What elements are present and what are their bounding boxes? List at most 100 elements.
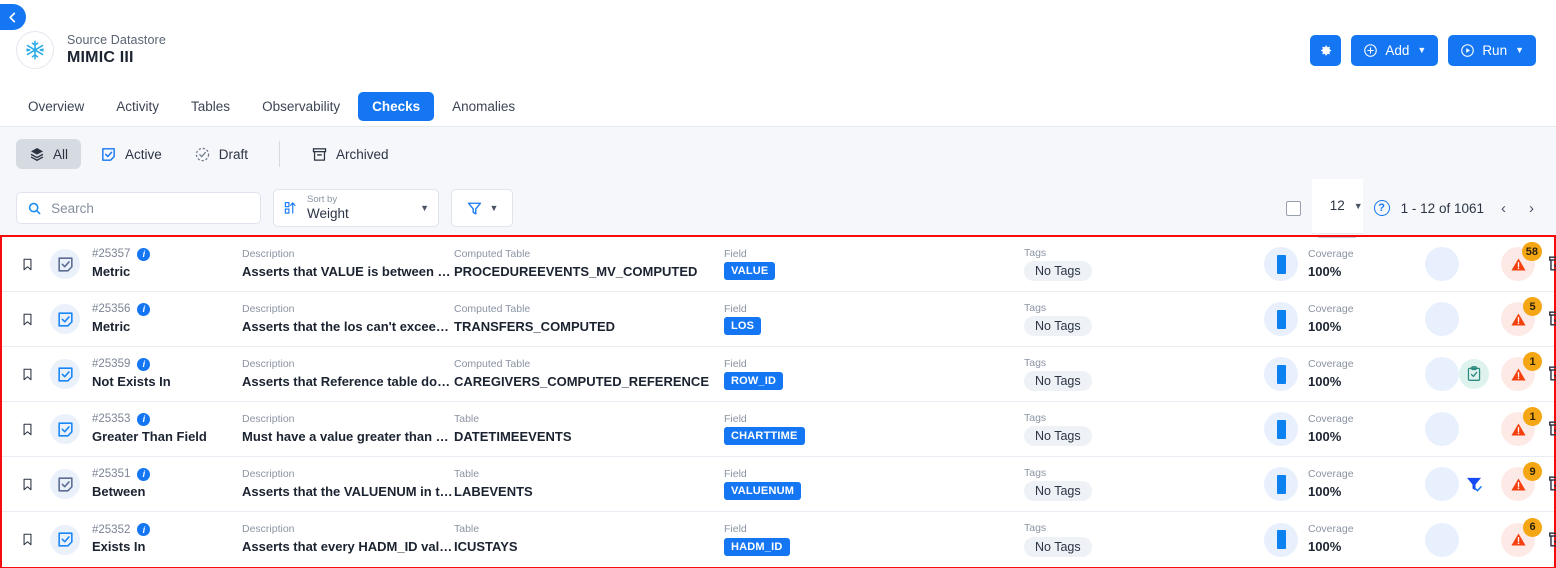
sort-dropdown[interactable]: Sort by Weight ▼	[273, 189, 439, 227]
bookmark-button[interactable]	[20, 257, 50, 272]
field-label: Field	[724, 467, 747, 480]
table-row[interactable]: #25352 i Exists In Description Asserts that …	[2, 512, 1556, 567]
warning-indicator[interactable]: 58	[1501, 242, 1542, 281]
search-field[interactable]	[16, 192, 261, 224]
add-button[interactable]: Add ▼	[1351, 34, 1439, 66]
tab-activity[interactable]: Activity	[102, 92, 173, 121]
page-size-dropdown[interactable]: 12 ▼	[1311, 178, 1363, 238]
info-icon[interactable]: i	[137, 412, 151, 426]
archive-button[interactable]	[1547, 364, 1556, 384]
table-row[interactable]: #25357 i Metric Description Asserts that VAL…	[2, 237, 1556, 292]
coverage-value: 100%	[1308, 483, 1342, 499]
table-row[interactable]: #25353 i Greater Than Field Description Must…	[2, 402, 1556, 457]
tags-value: No Tags	[1024, 316, 1092, 337]
field-cell: Field LOS	[724, 303, 1024, 336]
table-cell: Computed Table PROCEDUREEVENTS_MV_COMPUTE…	[454, 248, 724, 280]
coverage-cell: Coverage 100%	[1264, 412, 1419, 446]
warning-indicator[interactable]: 1	[1501, 407, 1542, 446]
field-badge: LOS	[724, 317, 762, 336]
warning-indicator[interactable]: 9	[1501, 462, 1542, 501]
filter-tab-active[interactable]: Active	[87, 139, 175, 170]
archive-button[interactable]	[1547, 530, 1556, 550]
coverage-label: Coverage	[1308, 412, 1354, 425]
bookmark-button[interactable]	[20, 367, 50, 382]
bookmark-button[interactable]	[20, 532, 50, 547]
warning-triangle-icon	[1510, 368, 1526, 380]
check-status-icon[interactable]	[50, 469, 80, 499]
funnel-check-badge[interactable]	[1459, 469, 1489, 499]
table-label: Table	[454, 412, 480, 425]
help-circle-icon[interactable]: ?	[1373, 200, 1390, 216]
filter-tab-archived[interactable]: Archived	[298, 139, 402, 170]
sort-icon	[284, 202, 296, 214]
back-button[interactable]	[0, 4, 26, 30]
settings-button[interactable]	[1310, 34, 1342, 66]
check-id: #25353	[92, 413, 131, 426]
check-id-cell: #25353 i Greater Than Field	[92, 412, 242, 446]
chevron-down-icon: ▼	[489, 203, 499, 213]
archive-button[interactable]	[1547, 254, 1556, 274]
check-status-icon[interactable]	[50, 249, 80, 279]
check-status-icon[interactable]	[50, 414, 80, 444]
controls-row: Sort by Weight ▼ ▼ 12 ▼	[16, 178, 1540, 238]
row-actions: 1	[1459, 407, 1556, 446]
prev-page-button[interactable]: ‹	[1495, 200, 1512, 217]
tags-label: Tags	[1024, 411, 1047, 424]
tags-cell: Tags No Tags	[1024, 357, 1264, 392]
table-cell: Table DATETIMEEVENTS	[454, 413, 724, 445]
bookmark-button[interactable]	[20, 312, 50, 327]
bookmark-button[interactable]	[20, 422, 50, 437]
run-button[interactable]: Run ▼	[1448, 34, 1536, 66]
check-status-icon[interactable]	[50, 359, 80, 389]
table-label: Table	[454, 467, 480, 480]
info-icon[interactable]: i	[137, 357, 151, 371]
chevron-down-icon: ▼	[1515, 45, 1524, 55]
search-input[interactable]	[51, 200, 250, 216]
search-icon	[28, 202, 41, 214]
snowflake-icon	[26, 40, 44, 60]
tab-overview[interactable]: Overview	[14, 92, 98, 121]
info-icon[interactable]: i	[137, 467, 151, 481]
check-type: Greater Than Field	[92, 428, 207, 444]
coverage-value: 100%	[1308, 428, 1342, 444]
tab-checks[interactable]: Checks	[358, 91, 435, 121]
filter-tab-all[interactable]: All	[16, 139, 82, 169]
warning-indicator[interactable]: 5	[1501, 297, 1542, 336]
table-row[interactable]: #25356 i Metric Description Asserts that the…	[2, 292, 1556, 347]
select-all-checkbox[interactable]	[1285, 200, 1301, 216]
next-page-button[interactable]: ›	[1523, 200, 1540, 217]
bookmark-button[interactable]	[20, 477, 50, 492]
coverage-value: 100%	[1308, 263, 1342, 279]
check-status-icon[interactable]	[50, 524, 80, 555]
info-icon[interactable]: i	[137, 247, 151, 261]
archive-button[interactable]	[1547, 474, 1556, 494]
filter-dropdown[interactable]: ▼	[451, 189, 513, 227]
table-label: Computed Table	[454, 302, 531, 315]
archive-button[interactable]	[1547, 419, 1556, 439]
coverage-value: 100%	[1308, 539, 1342, 555]
check-square-icon	[57, 476, 73, 492]
checkbox-checked-icon	[102, 147, 115, 161]
coverage-indicator	[1264, 247, 1298, 281]
filter-tab-active-label: Active	[125, 146, 162, 162]
table-row[interactable]: #25359 i Not Exists In Description Asserts t…	[2, 347, 1556, 402]
filter-tab-draft[interactable]: Draft	[181, 139, 261, 170]
field-badge: CHARTTIME	[724, 427, 805, 446]
archive-button[interactable]	[1547, 309, 1556, 329]
check-square-icon	[57, 532, 73, 547]
warning-indicator[interactable]: 1	[1501, 352, 1542, 391]
check-status-icon[interactable]	[50, 304, 80, 334]
info-icon[interactable]: i	[137, 523, 151, 537]
clipboard-check-badge[interactable]	[1459, 359, 1489, 389]
tab-tables[interactable]: Tables	[177, 92, 244, 121]
table-row[interactable]: #25351 i Between Description Asserts that th…	[2, 457, 1556, 512]
tab-anomalies[interactable]: Anomalies	[438, 92, 529, 121]
description-value: Asserts that the VALUENUM in the ...	[242, 483, 454, 499]
archive-download-icon	[1549, 531, 1556, 547]
filter-tab-draft-label: Draft	[218, 146, 249, 162]
check-type: Not Exists In	[92, 373, 171, 389]
gear-icon	[1321, 45, 1332, 55]
warning-indicator[interactable]: 6	[1501, 517, 1542, 557]
tab-observability[interactable]: Observability	[248, 92, 354, 121]
info-icon[interactable]: i	[137, 302, 151, 316]
